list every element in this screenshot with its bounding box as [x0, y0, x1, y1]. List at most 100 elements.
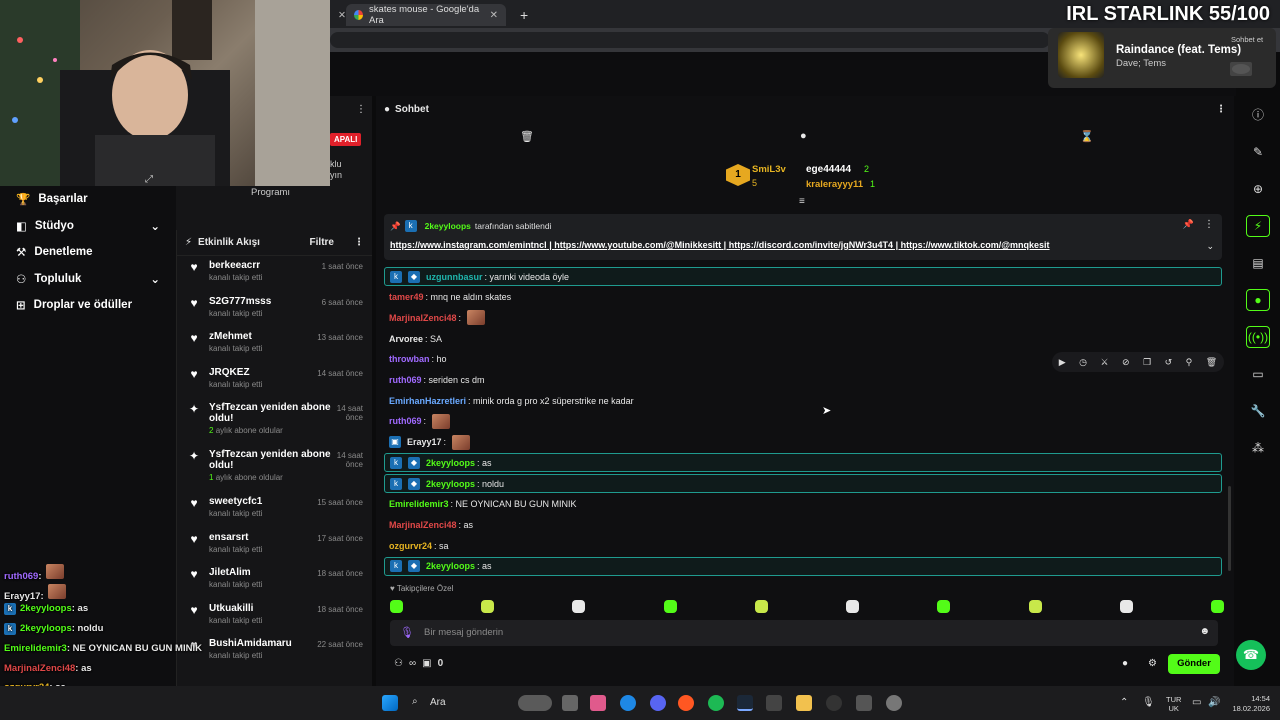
- app-icon[interactable]: [826, 695, 842, 711]
- chat-settings-icon[interactable]: ●: [1122, 658, 1128, 669]
- chat-username[interactable]: 2keyyloops: [426, 458, 475, 468]
- nav-item[interactable]: ◧ Stüdyo ⌄: [0, 213, 176, 240]
- activity-item[interactable]: ♥ ensarsrt kanalı takip etti 17 saat önce: [177, 528, 372, 564]
- chat-message[interactable]: Emirelidemir3: NE OYNICAN BU GUN MINIK: [384, 495, 1222, 514]
- emote[interactable]: [572, 600, 586, 613]
- chat-username[interactable]: Emirelidemir3: [389, 499, 449, 509]
- discord-link[interactable]: https://discord.com/invite/jgNWr3u4T4: [729, 240, 893, 250]
- chevron-up-icon[interactable]: ⌃: [1120, 697, 1128, 708]
- emote[interactable]: [1119, 600, 1133, 613]
- obs-icon[interactable]: [886, 695, 902, 711]
- ban-icon[interactable]: ⊘: [1122, 357, 1130, 368]
- chat-username[interactable]: ozgurvr24: [389, 541, 432, 551]
- unpin-icon[interactable]: 📌: [1183, 219, 1194, 230]
- chat-icon[interactable]: ●: [1236, 281, 1280, 318]
- chat-username[interactable]: ruth069: [389, 375, 422, 385]
- chat-message[interactable]: MarjinalZenci48: as: [384, 515, 1222, 534]
- emote[interactable]: [481, 600, 495, 613]
- infinity-icon[interactable]: ∞: [409, 658, 416, 669]
- firefox-icon[interactable]: [678, 695, 694, 711]
- search-icon[interactable]: ⌕: [412, 696, 418, 707]
- close-tab-icon[interactable]: ✕: [330, 4, 346, 26]
- chat-message[interactable]: MarjinalZenci48:: [384, 308, 1222, 327]
- chat-username[interactable]: ruth069: [389, 416, 422, 426]
- edge-icon[interactable]: [620, 695, 636, 711]
- volume-icon[interactable]: 🔊: [1208, 697, 1220, 708]
- chat-message[interactable]: k ◆ 2keyyloops: noldu: [384, 474, 1222, 493]
- clock[interactable]: 14:54 18.02.2026: [1224, 694, 1270, 714]
- chat-username[interactable]: tamer49: [389, 292, 424, 302]
- spotify-icon[interactable]: [708, 695, 724, 711]
- microphone-icon[interactable]: 🎙: [400, 626, 414, 639]
- network-icon[interactable]: ▭: [1192, 697, 1201, 708]
- chat-username[interactable]: EmirhanHazretleri: [389, 396, 466, 406]
- menu-dots-icon[interactable]: ⋮: [1204, 219, 1214, 230]
- send-button[interactable]: Gönder: [1168, 654, 1220, 674]
- weather-widget[interactable]: [518, 695, 552, 711]
- activity-item[interactable]: ♥ sweetycfc1 kanalı takip etti 15 saat önce: [177, 492, 372, 528]
- app-icon[interactable]: [856, 695, 872, 711]
- chat-username[interactable]: MarjinalZenci48: [389, 313, 457, 323]
- chat-username[interactable]: throwban: [389, 354, 430, 364]
- emote[interactable]: [754, 600, 768, 613]
- emote[interactable]: [663, 600, 677, 613]
- discord-icon[interactable]: [650, 695, 666, 711]
- youtube-link[interactable]: https://www.youtube.com/@Minikkesitt: [554, 240, 721, 250]
- nav-item[interactable]: ⚒ Denetleme: [0, 239, 176, 266]
- chat-message[interactable]: k ◆ 2keyyloops: as: [384, 453, 1222, 473]
- pin-icon[interactable]: ⚲: [1186, 357, 1193, 368]
- browser-tab[interactable]: skates mouse - Google'da Ara ✕: [346, 4, 506, 26]
- emote[interactable]: [846, 600, 860, 613]
- chat-link[interactable]: Sohbet et: [1231, 35, 1263, 44]
- chat-message[interactable]: ruth069: seriden cs dm: [384, 371, 1222, 390]
- tiktok-link[interactable]: https://www.tiktok.com/@mnqkesit: [901, 240, 1050, 250]
- windows-start-icon[interactable]: [382, 695, 398, 711]
- undo-icon[interactable]: ↺: [1165, 357, 1173, 368]
- copilot-icon[interactable]: [590, 695, 606, 711]
- gear-icon[interactable]: ⚙: [1148, 658, 1157, 669]
- taskbar-search[interactable]: Ara: [430, 697, 446, 708]
- filter-button[interactable]: Filtre: [310, 237, 334, 248]
- info-icon[interactable]: ⓘ: [1236, 96, 1280, 133]
- emote[interactable]: [937, 600, 951, 613]
- chat-input[interactable]: 🎙 Bir mesaj gönderin ☻: [390, 620, 1218, 646]
- chevron-down-icon[interactable]: ⌄: [150, 272, 160, 286]
- chevron-down-icon[interactable]: ⌄: [150, 219, 160, 233]
- chat-message[interactable]: Arvoree: SA: [384, 329, 1222, 348]
- chat-message[interactable]: k ◆ 2keyyloops: as: [384, 556, 1222, 576]
- copy-icon[interactable]: ❐: [1143, 357, 1151, 368]
- activity-item[interactable]: ♥ zMehmet kanalı takip etti 13 saat önce: [177, 327, 372, 363]
- crosshair-icon[interactable]: ⊕: [1236, 170, 1280, 207]
- pinned-by[interactable]: 2keyyloops: [425, 221, 471, 231]
- chat-message[interactable]: EmirhanHazretleri: minik orda g pro x2 s…: [384, 391, 1222, 410]
- chat-username[interactable]: 2keyyloops: [426, 479, 475, 489]
- trash-icon[interactable]: 🗑: [1206, 357, 1217, 368]
- activity-item[interactable]: ✦ YsfTezcan yeniden abone oldu! 2 aylık ab…: [177, 398, 372, 445]
- language-indicator[interactable]: TUR UK: [1166, 695, 1181, 713]
- users-icon[interactable]: ⚇: [394, 658, 403, 669]
- chat-message[interactable]: ozgurvr24: sa: [384, 536, 1222, 555]
- emote[interactable]: [1028, 600, 1042, 613]
- microphone-icon[interactable]: 🎙: [1142, 697, 1155, 708]
- support-button[interactable]: ☎: [1236, 640, 1266, 670]
- clock-icon[interactable]: ◷: [1079, 357, 1087, 368]
- nav-item[interactable]: 🏆 Başarılar: [0, 186, 176, 213]
- steam-icon[interactable]: [737, 695, 753, 711]
- chat-username[interactable]: Arvoree: [389, 334, 423, 344]
- leader-third[interactable]: kraleray​yy11: [806, 179, 863, 190]
- menu-dots-icon[interactable]: ⋮: [354, 237, 364, 248]
- menu-dots-icon[interactable]: ⋮: [1216, 104, 1226, 115]
- collapse-icon[interactable]: ≡: [799, 196, 805, 207]
- nodes-icon[interactable]: ⁂: [1236, 429, 1280, 466]
- activity-item[interactable]: ♥ S2G777msss kanalı takip etti 6 saat önce: [177, 292, 372, 328]
- pencil-icon[interactable]: ✎: [1236, 133, 1280, 170]
- activity-item[interactable]: ✦ YsfTezcan yeniden abone oldu! 1 aylık ab…: [177, 445, 372, 492]
- trash-icon[interactable]: 🗑: [520, 130, 534, 143]
- terminal-icon[interactable]: [766, 695, 782, 711]
- chat-username[interactable]: MarjinalZenci48: [389, 520, 457, 530]
- menu-dots-icon[interactable]: ⋮: [356, 104, 366, 115]
- pinned-links[interactable]: https://www.instagram.com/emintncl | htt…: [390, 240, 1050, 250]
- expand-icon[interactable]: ⤢: [145, 174, 153, 185]
- chat-bubble-icon[interactable]: ●: [800, 130, 807, 142]
- emote[interactable]: [1210, 600, 1224, 613]
